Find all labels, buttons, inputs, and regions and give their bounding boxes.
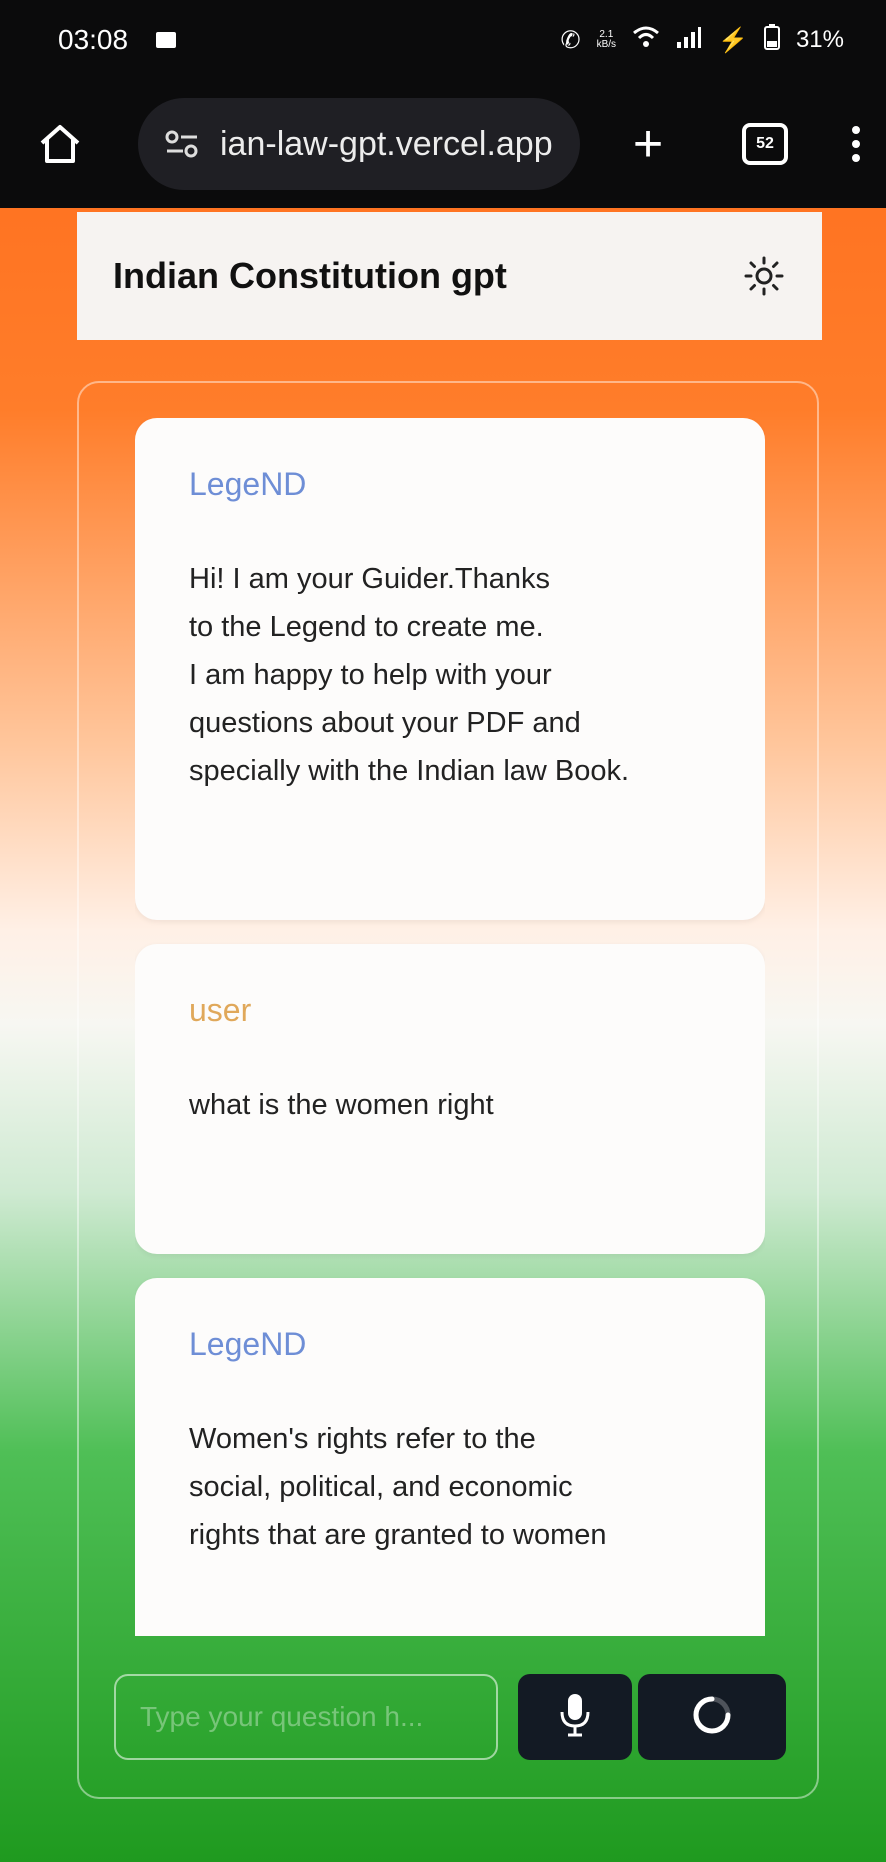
microphone-icon xyxy=(558,1692,592,1743)
chat-message: LegeND Hi! I am your Guider.Thanks to th… xyxy=(135,418,765,920)
message-sender: LegeND xyxy=(189,466,307,502)
status-bar: 03:08 ✆ 2.1 kB/s ⚡ 31% xyxy=(0,0,886,80)
question-input[interactable] xyxy=(114,1674,498,1760)
call-icon: ✆ xyxy=(560,26,581,54)
mic-button[interactable] xyxy=(518,1674,632,1760)
battery-percent: 31% xyxy=(795,26,844,53)
send-button[interactable] xyxy=(638,1674,786,1760)
site-settings-icon[interactable] xyxy=(160,122,204,166)
message-text: Hi! I am your Guider.Thanks to the Legen… xyxy=(189,563,630,787)
chat-message: user what is the women right xyxy=(135,944,765,1254)
url-text: ian-law-gpt.vercel.app xyxy=(220,124,553,163)
home-icon[interactable] xyxy=(34,118,86,170)
message-text: Women's rights refer to the social, poli… xyxy=(189,1423,607,1551)
battery-icon xyxy=(763,23,780,57)
tab-switcher-button[interactable]: 52 xyxy=(742,123,788,165)
message-sender: LegeND xyxy=(189,1326,307,1362)
app-title: Indian Constitution gpt xyxy=(113,255,507,296)
chat-message: LegeND Women's rights refer to the socia… xyxy=(135,1278,765,1636)
new-tab-button[interactable]: + xyxy=(626,118,670,170)
recording-icon xyxy=(156,32,177,48)
loading-spinner-icon xyxy=(689,1692,735,1743)
status-time: 03:08 xyxy=(58,24,129,55)
more-menu-icon[interactable] xyxy=(852,126,860,162)
address-bar[interactable]: ian-law-gpt.vercel.app xyxy=(138,98,580,190)
wifi-icon xyxy=(632,25,660,56)
browser-toolbar: ian-law-gpt.vercel.app + 52 xyxy=(0,80,886,208)
signal-icon xyxy=(676,26,702,55)
message-text: what is the women right xyxy=(189,1089,494,1121)
network-speed: 2.1 kB/s xyxy=(596,29,617,50)
charging-icon: ⚡ xyxy=(718,26,748,54)
app-header: Indian Constitution gpt xyxy=(77,212,822,340)
chat-messages[interactable]: LegeND Hi! I am your Guider.Thanks to th… xyxy=(135,418,765,1636)
theme-toggle-icon[interactable] xyxy=(742,254,786,298)
message-sender: user xyxy=(189,992,252,1028)
